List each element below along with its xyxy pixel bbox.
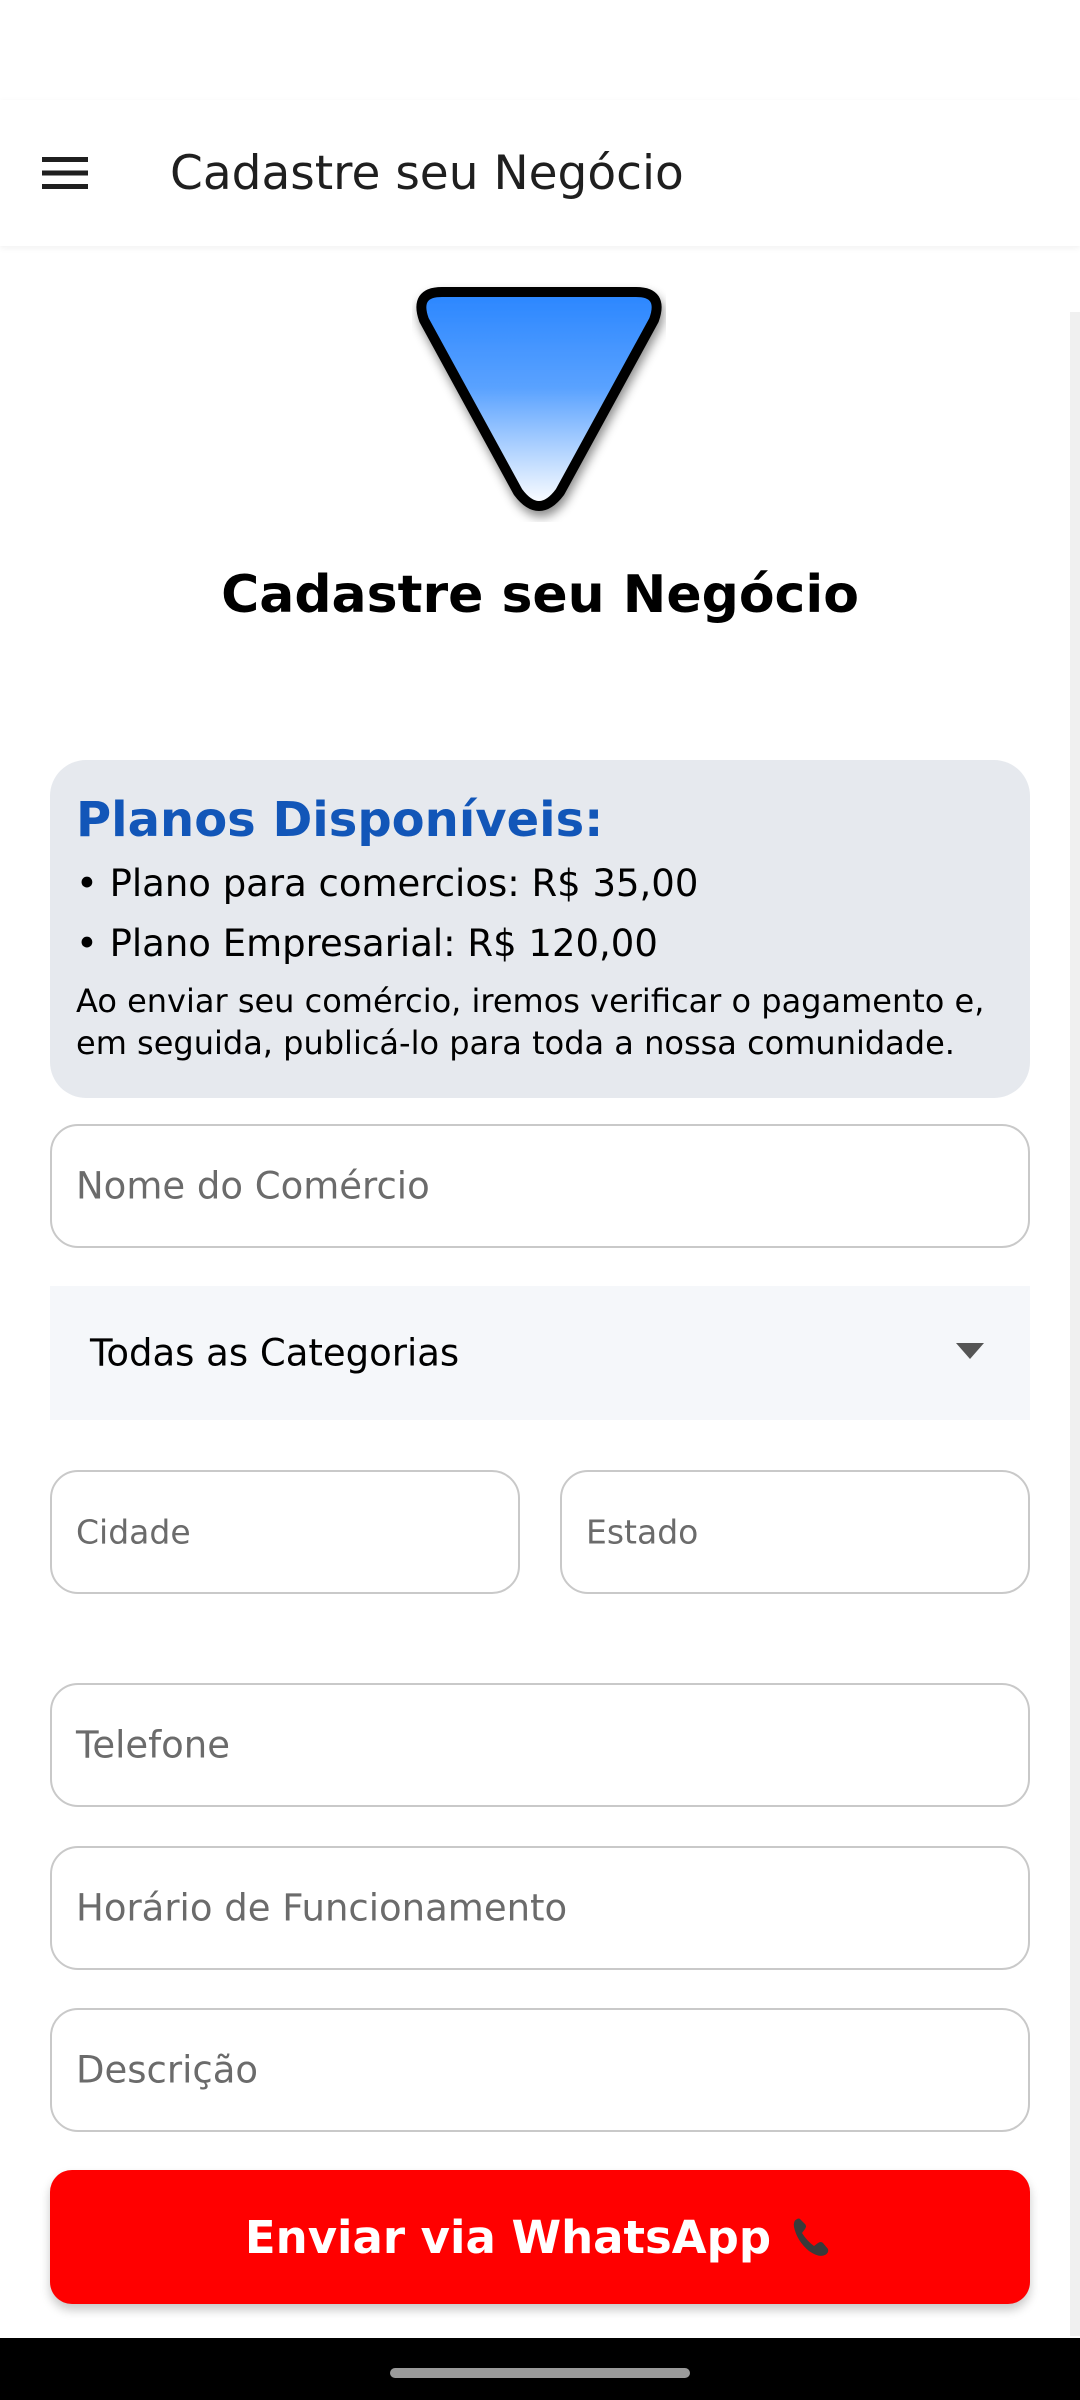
menu-icon <box>42 157 88 189</box>
menu-button[interactable] <box>26 134 104 212</box>
system-navigation-bar <box>0 2338 1080 2400</box>
state-field[interactable]: Estado <box>560 1470 1030 1594</box>
category-selected-value: Todas as Categorias <box>90 1331 460 1375</box>
state-placeholder: Estado <box>586 1512 699 1552</box>
phone-icon <box>793 2218 829 2256</box>
logo-triangle-icon <box>416 287 662 511</box>
city-placeholder: Cidade <box>76 1512 191 1552</box>
opening-hours-field[interactable]: Horário de Funcionamento <box>50 1846 1030 1970</box>
phone-field[interactable]: Telefone <box>50 1683 1030 1807</box>
dropdown-arrow-icon <box>956 1343 984 1359</box>
page-heading: Cadastre seu Negócio <box>221 565 859 625</box>
send-whatsapp-label: Enviar via WhatsApp <box>244 2210 772 2264</box>
plans-title: Planos Disponíveis: <box>76 792 604 848</box>
description-placeholder: Descrição <box>76 2048 259 2092</box>
description-field[interactable]: Descrição <box>50 2008 1030 2132</box>
send-whatsapp-button[interactable]: Enviar via WhatsApp <box>50 2170 1030 2304</box>
category-select[interactable]: Todas as Categorias <box>50 1286 1030 1420</box>
home-indicator[interactable] <box>390 2368 690 2378</box>
plans-note: Ao enviar seu comércio, iremos verificar… <box>76 982 985 1062</box>
phone-placeholder: Telefone <box>76 1723 230 1767</box>
business-name-field[interactable]: Nome do Comércio <box>50 1124 1030 1248</box>
business-name-placeholder: Nome do Comércio <box>76 1164 430 1208</box>
plan-item-commerce: • Plano para comercios: R$ 35,00 <box>76 862 699 905</box>
app-bar: Cadastre seu Negócio <box>0 100 1080 246</box>
plan-item-enterprise: • Plano Empresarial: R$ 120,00 <box>76 922 658 965</box>
city-field[interactable]: Cidade <box>50 1470 520 1594</box>
app-title: Cadastre seu Negócio <box>170 146 684 201</box>
opening-hours-placeholder: Horário de Funcionamento <box>76 1886 568 1930</box>
status-bar <box>0 0 1080 100</box>
plans-card: Planos Disponíveis: • Plano para comerci… <box>50 760 1030 1098</box>
